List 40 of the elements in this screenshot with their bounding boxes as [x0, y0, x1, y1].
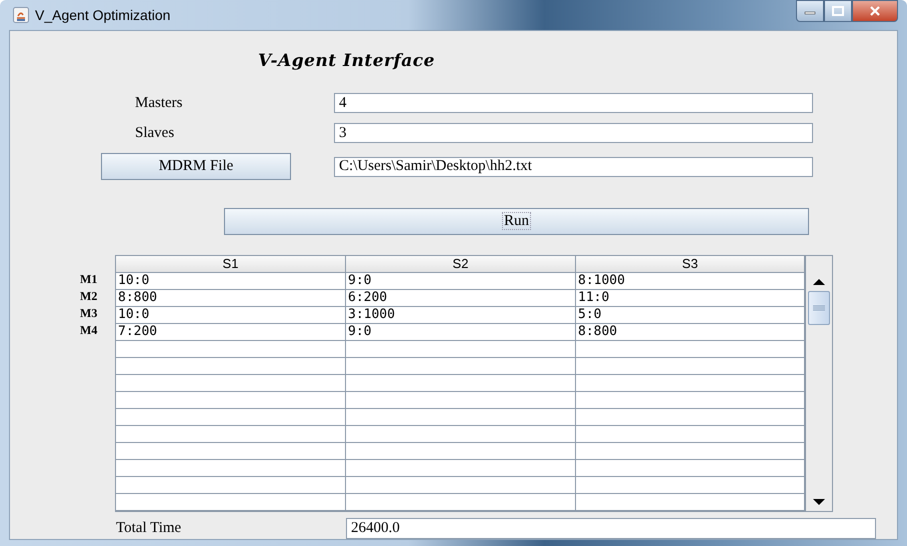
scrollbar[interactable]: [805, 256, 832, 511]
table-cell: 11:0: [576, 290, 805, 307]
text-field[interactable]: 3: [334, 123, 813, 143]
row-label: M1: [79, 272, 98, 288]
table-cell: 8:800: [576, 324, 805, 341]
table-cell: 5:0: [576, 307, 805, 324]
window-title: V_Agent Optimization: [35, 7, 170, 23]
run-button[interactable]: Run: [224, 208, 809, 235]
table-cell: 8:800: [116, 290, 346, 307]
field-label: Slaves: [135, 124, 176, 142]
table-cell: 10:0: [116, 273, 346, 290]
file-button[interactable]: MDRM File: [101, 153, 291, 180]
text-field[interactable]: C:\Users\Samir\Desktop\hh2.txt: [334, 156, 813, 176]
total-time-field[interactable]: 26400.0: [346, 518, 876, 539]
row-label: M2: [79, 289, 98, 305]
table-cell: 9:0: [346, 324, 576, 341]
table-cell: 3:1000: [346, 307, 576, 324]
table-cell: 7:200: [116, 324, 346, 341]
table-cell: 8:1000: [576, 273, 805, 290]
maximize-button[interactable]: [824, 0, 852, 22]
row-label: M4: [79, 323, 98, 339]
field-label: Masters: [135, 94, 184, 112]
column-header[interactable]: S3: [576, 256, 805, 273]
table-cell: 9:0: [346, 273, 576, 290]
total-time-label: Total Time: [116, 520, 182, 537]
table-cell: 10:0: [116, 307, 346, 324]
maximize-icon: [832, 6, 844, 16]
form-heading: V-Agent Interface: [258, 51, 436, 71]
column-header[interactable]: S2: [346, 256, 576, 273]
text-field[interactable]: 4: [334, 93, 813, 113]
scroll-up-icon[interactable]: [813, 279, 825, 285]
column-header[interactable]: S1: [116, 256, 346, 273]
row-label: M3: [79, 306, 98, 322]
close-button[interactable]: [852, 0, 898, 22]
minimize-button[interactable]: [796, 0, 824, 22]
scroll-down-icon[interactable]: [813, 499, 825, 505]
close-icon: [869, 6, 881, 16]
scroll-thumb[interactable]: [808, 291, 830, 325]
table-cell: 6:200: [346, 290, 576, 307]
app-icon: [13, 7, 29, 23]
